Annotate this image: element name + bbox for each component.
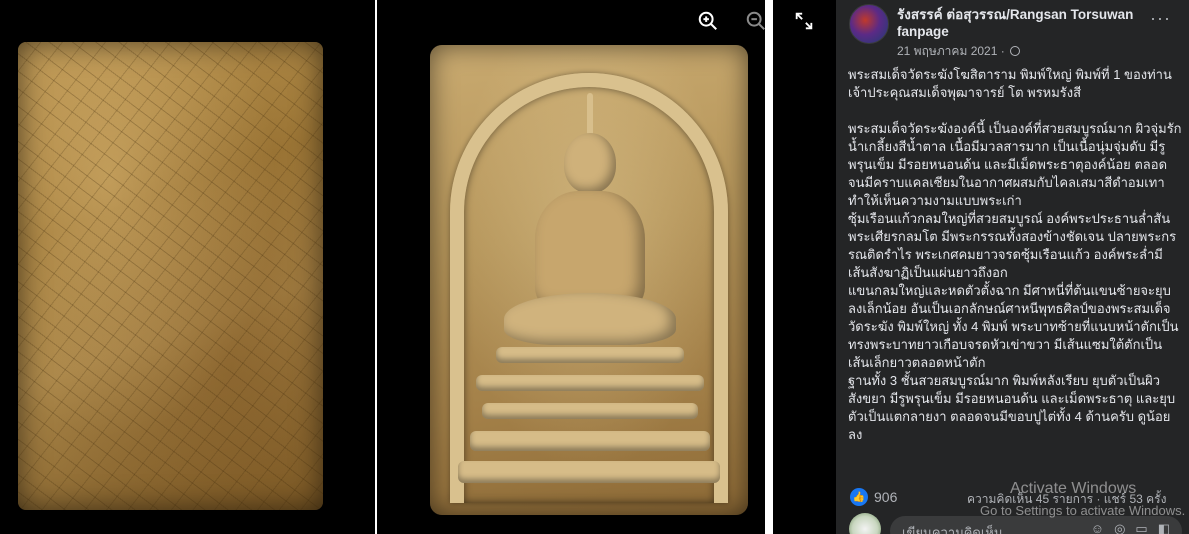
gif-icon[interactable]: ▭ xyxy=(1135,521,1147,534)
post-body-text: พระสมเด็จวัดระฆังโฆสิตาราม พิมพ์ใหญ่ พิม… xyxy=(848,67,1182,442)
base-tier-1 xyxy=(496,347,684,363)
sticker-icon[interactable]: ◧ xyxy=(1158,521,1170,534)
post-date[interactable]: 21 พฤษภาคม 2021 · xyxy=(897,42,1021,61)
buddha-head xyxy=(564,133,616,193)
zoom-out-icon[interactable] xyxy=(744,10,768,34)
like-icon: 👍 xyxy=(850,488,868,506)
base-tier-5 xyxy=(458,461,720,483)
amulet-front-photo xyxy=(430,45,748,515)
buddha-lap xyxy=(504,293,676,345)
comment-icons: ☺ ◎ ▭ ◧ xyxy=(1091,521,1170,534)
base-tier-3 xyxy=(482,403,698,419)
photo-edge xyxy=(765,0,773,534)
photo-divider xyxy=(375,0,377,534)
comment-input[interactable]: เขียนความคิดเห็น... ☺ ◎ ▭ ◧ xyxy=(890,516,1182,534)
page-avatar[interactable] xyxy=(849,4,889,44)
camera-icon[interactable]: ◎ xyxy=(1114,521,1125,534)
zoom-in-icon[interactable] xyxy=(696,10,720,34)
photo-viewer xyxy=(0,0,836,534)
page-name-link[interactable]: รังสรรค์ ต่อสุวรรณ/Rangsan Torsuwan fanp… xyxy=(897,6,1147,40)
post-panel: รังสรรค์ ต่อสุวรรณ/Rangsan Torsuwan fanp… xyxy=(836,0,1189,534)
reaction-summary[interactable]: 👍 906 xyxy=(850,488,897,506)
base-tier-2 xyxy=(476,375,704,391)
base-tier-4 xyxy=(470,431,710,451)
post-date-text[interactable]: 21 พฤษภาคม 2021 · xyxy=(897,44,1005,58)
activate-windows-title: Activate Windows xyxy=(1010,480,1137,497)
amulet-back-photo xyxy=(18,42,323,510)
activate-windows-subtitle: Go to Settings to activate Windows. xyxy=(980,503,1186,518)
more-options-button[interactable]: ··· xyxy=(1150,8,1171,29)
user-avatar xyxy=(849,513,881,534)
like-count: 906 xyxy=(874,489,898,505)
smile-icon[interactable]: ☺ xyxy=(1091,521,1104,534)
expand-icon[interactable] xyxy=(792,10,816,34)
comment-placeholder: เขียนความคิดเห็น... xyxy=(902,525,1014,534)
globe-icon xyxy=(1010,46,1021,56)
